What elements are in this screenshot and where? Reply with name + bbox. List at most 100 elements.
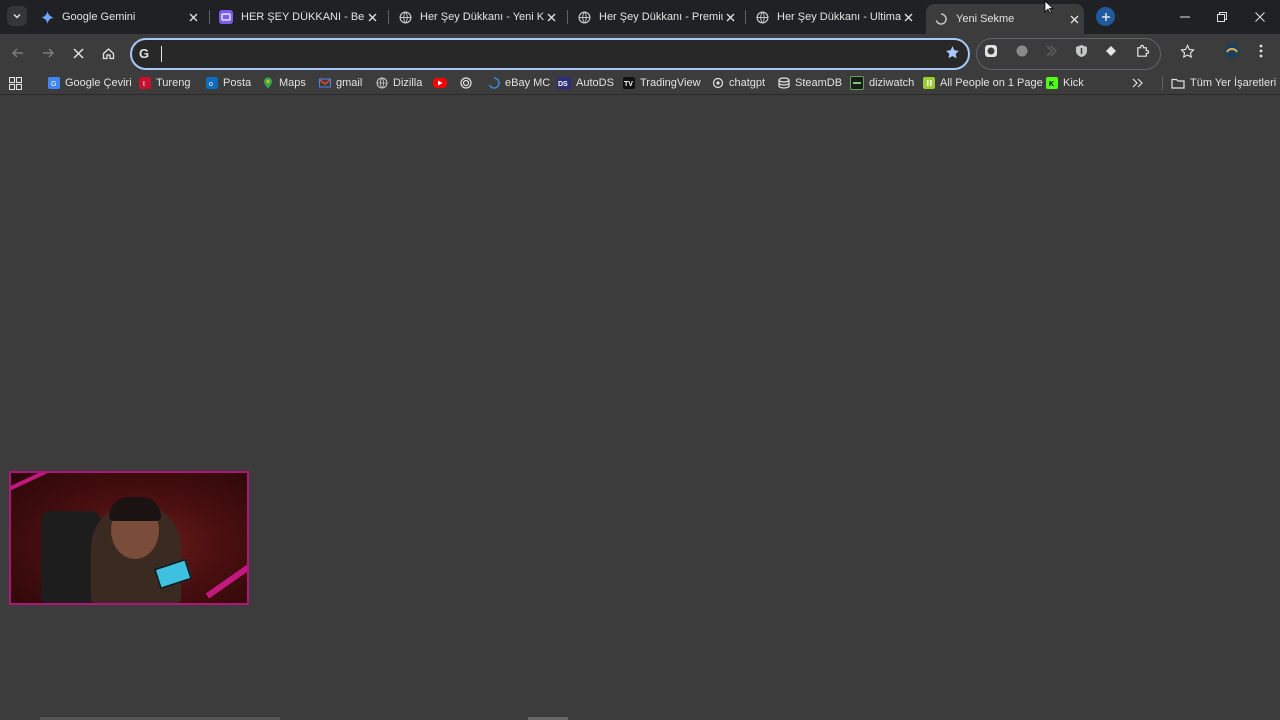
ext-square-icon[interactable] (982, 42, 1000, 60)
bookmark-google-ceviri[interactable]: G Google Çeviri (48, 75, 132, 91)
chevron-double-right-icon (1132, 78, 1143, 88)
svg-text:t: t (143, 81, 145, 87)
tab-her-sey-ultimate[interactable]: Her Şey Dükkanı - Ultimate (755, 4, 915, 30)
shield-icon[interactable] (1072, 42, 1090, 60)
bookmark-chatgpt[interactable]: chatgpt (712, 75, 765, 91)
people-icon (923, 77, 935, 89)
bookmark-autods[interactable]: DS AutoDS (557, 75, 614, 91)
address-input[interactable] (159, 43, 919, 65)
bookmark-label: eBay MC (505, 77, 551, 89)
bookmark-circle[interactable] (460, 75, 477, 91)
tab-her-sey-belge[interactable]: HER ŞEY DÜKKANI - Belge (219, 4, 379, 30)
circle-icon (460, 77, 472, 89)
menu-dots-icon[interactable] (1252, 42, 1270, 60)
apps-grid-icon[interactable] (9, 75, 22, 91)
bookmark-label: Kick (1063, 77, 1084, 89)
close-icon[interactable] (901, 10, 915, 24)
toolbar: G (0, 34, 1280, 72)
svg-text:G: G (51, 81, 56, 87)
tab-her-sey-yeni-kor[interactable]: Her Şey Dükkanı - Yeni Kor (398, 4, 558, 30)
bookmark-label: TradingView (640, 77, 701, 89)
ext-diamond-icon[interactable] (1102, 42, 1120, 60)
outlook-icon: o (206, 77, 218, 89)
diziwatch-icon (850, 76, 864, 90)
omnibox[interactable]: G (130, 38, 970, 70)
bookmark-ebay-mc[interactable]: eBay MC (488, 75, 550, 91)
bookmark-label: Tüm Yer İşaretleri (1190, 77, 1277, 89)
text-caret (161, 46, 162, 62)
bookmark-youtube[interactable] (433, 75, 452, 91)
tab-title: Her Şey Dükkanı - Yeni Kor (420, 11, 544, 23)
bookmark-steamdb[interactable]: SteamDB (778, 75, 842, 91)
bookmark-tradingview[interactable]: TV TradingView (623, 75, 701, 91)
close-icon[interactable] (544, 10, 558, 24)
close-icon[interactable] (723, 10, 737, 24)
back-button[interactable] (7, 42, 29, 64)
forward-button[interactable] (37, 42, 59, 64)
bookmarks-bar: G Google Çeviri t Tureng o Posta Maps gm… (0, 72, 1280, 95)
globe-icon (755, 10, 769, 24)
bookmark-gmail[interactable]: gmail (319, 75, 362, 91)
bookmark-kick[interactable]: K Kick (1046, 75, 1084, 91)
autods-icon: DS (557, 77, 571, 89)
bookmark-label: chatgpt (729, 77, 766, 89)
ext-cloud-icon[interactable] (1013, 42, 1031, 60)
tab-separator (745, 10, 746, 24)
bookmark-diziwatch[interactable]: diziwatch (850, 75, 914, 91)
bookmark-maps[interactable]: Maps (262, 75, 306, 91)
globe-icon (398, 10, 412, 24)
svg-text:DS: DS (558, 81, 568, 87)
bookmark-label: Posta (223, 77, 252, 89)
tab-yeni-sekme[interactable]: Yeni Sekme (926, 4, 1084, 34)
chatgpt-icon (712, 77, 724, 89)
close-icon[interactable] (1067, 12, 1081, 26)
tradingview-icon: TV (623, 77, 635, 89)
tab-title: Her Şey Dükkanı - Ultimate (777, 11, 901, 23)
minimize-icon (1180, 16, 1190, 18)
close-icon[interactable] (186, 10, 200, 24)
tab-separator (567, 10, 568, 24)
close-icon (72, 47, 84, 59)
more-bookmarks-button[interactable] (1132, 75, 1143, 91)
tab-search-button[interactable] (7, 6, 27, 26)
back-arrow-icon (11, 48, 23, 58)
minimize-button[interactable] (1166, 0, 1204, 34)
gemini-icon (40, 10, 54, 24)
new-tab-button[interactable] (1096, 7, 1115, 26)
dizilla-icon (376, 77, 388, 89)
bookmark-label: Tureng (156, 77, 191, 89)
stop-button[interactable] (67, 42, 89, 64)
bookmark-posta[interactable]: o Posta (206, 75, 251, 91)
close-window-button[interactable] (1241, 0, 1279, 34)
puzzle-icon[interactable] (1133, 42, 1151, 60)
tab-title: Google Gemini (62, 11, 136, 23)
tab-google-gemini[interactable]: Google Gemini (40, 4, 200, 30)
bookmark-dizilla[interactable]: Dizilla (376, 75, 422, 91)
bookmark-label: SteamDB (795, 77, 843, 89)
bookmark-label: Maps (279, 77, 306, 89)
all-bookmarks-folder[interactable]: Tüm Yer İşaretleri (1171, 75, 1276, 91)
bookmark-all-people[interactable]: All People on 1 Page (923, 75, 1043, 91)
steamdb-icon (778, 77, 790, 89)
google-g-icon: G (139, 46, 150, 61)
forward-arrow-icon (43, 48, 55, 58)
avatar[interactable] (1223, 42, 1241, 60)
home-button[interactable] (97, 42, 119, 64)
restore-button[interactable] (1203, 0, 1241, 34)
tab-title: Her Şey Dükkanı - Premium (599, 11, 723, 23)
bookmark-label: AutoDS (576, 77, 614, 89)
kick-icon: K (1046, 77, 1058, 89)
close-icon[interactable] (365, 10, 379, 24)
bookmark-star-icon[interactable] (945, 45, 960, 65)
bookmark-tureng[interactable]: t Tureng (139, 75, 190, 91)
webcam-frame-accent (205, 553, 247, 599)
maps-icon (262, 77, 274, 89)
mouse-cursor-icon (1044, 0, 1055, 19)
restore-icon (1217, 12, 1227, 22)
bookmarks-star-icon[interactable] (1178, 42, 1196, 60)
bookmark-label: Dizilla (393, 77, 423, 89)
tab-her-sey-premium[interactable]: Her Şey Dükkanı - Premium (577, 4, 737, 30)
svg-text:TV: TV (624, 81, 633, 87)
webcam-frame-accent (11, 473, 50, 494)
ext-arrow-icon[interactable] (1042, 42, 1060, 60)
